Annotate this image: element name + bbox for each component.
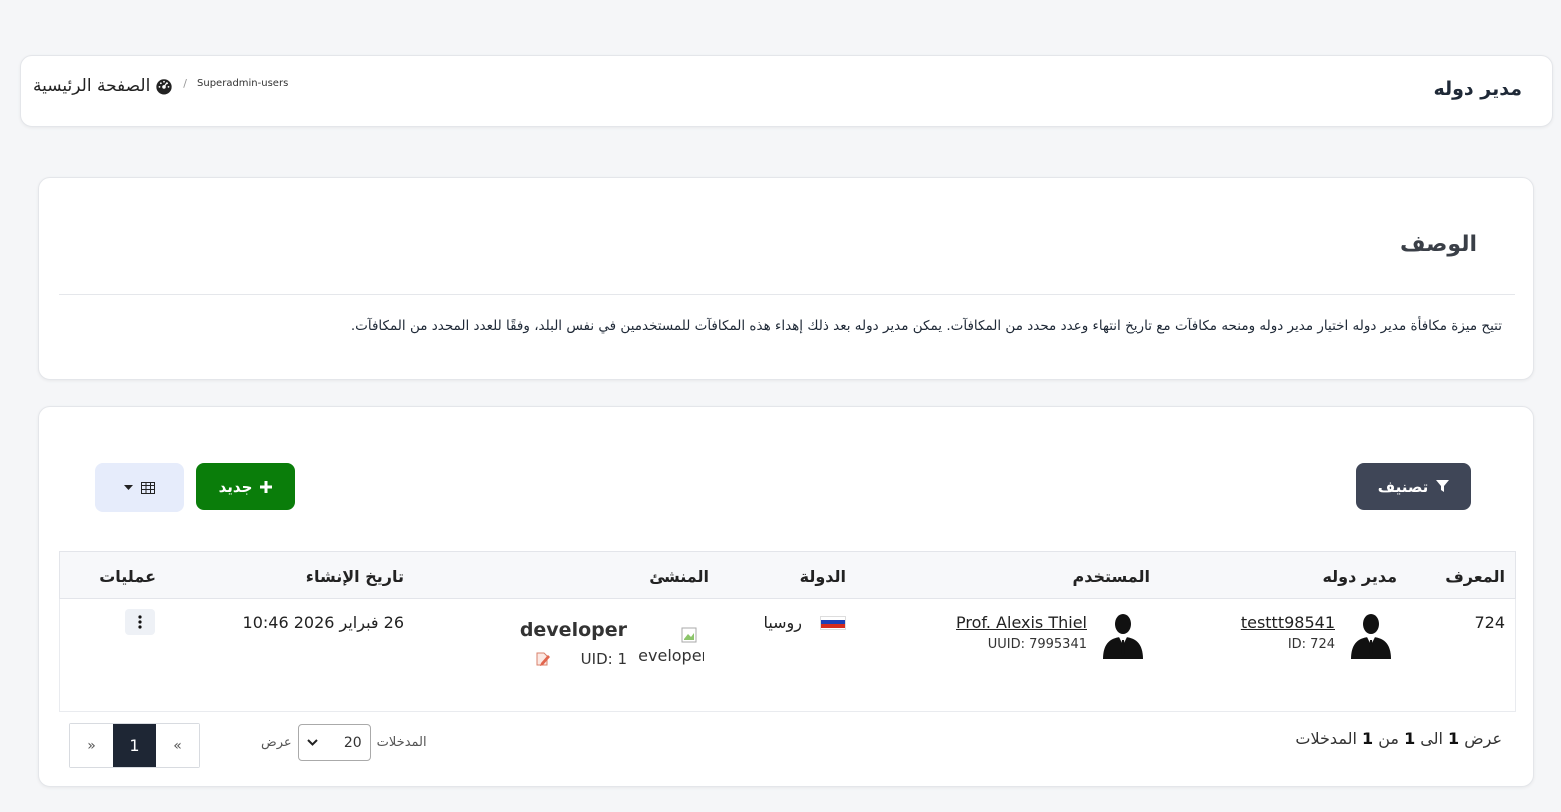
page-length-control: عرض 20 المدخلات xyxy=(261,724,427,761)
breadcrumb: الصفحة الرئيسية / Superadmin-users xyxy=(33,76,288,96)
filter-icon xyxy=(1436,480,1450,492)
data-table: المعرف مدير دوله المستخدم الدولة المنشئ … xyxy=(59,551,1516,712)
creator-cell: developer UID: 1 xyxy=(520,619,627,668)
header-actions: عمليات xyxy=(99,567,156,586)
length-label-before: عرض xyxy=(261,735,292,750)
manager-link[interactable]: testtt98541 xyxy=(1241,613,1335,632)
pagination-info: عرض 1 الى 1 من 1 المدخلات xyxy=(1295,729,1502,748)
description-text: تتيح ميزة مكافأة مدير دوله اختيار مدير د… xyxy=(350,318,1502,334)
table-icon xyxy=(141,481,155,494)
dashboard-icon xyxy=(156,79,172,95)
manager-id: ID: 724 xyxy=(1287,637,1335,652)
breadcrumb-home-link[interactable]: الصفحة الرئيسية xyxy=(33,76,173,96)
pagination-next[interactable]: » xyxy=(70,724,113,767)
header-user[interactable]: المستخدم xyxy=(1072,567,1150,586)
russia-flag-icon xyxy=(820,615,846,630)
description-divider xyxy=(59,294,1515,295)
more-vertical-icon xyxy=(138,615,142,629)
header-manager[interactable]: مدير دوله xyxy=(1322,567,1397,586)
header-id[interactable]: المعرف xyxy=(1445,567,1505,586)
user-avatar xyxy=(1103,614,1143,659)
length-label-after: المدخلات xyxy=(376,735,427,750)
columns-toggle-button[interactable] xyxy=(95,463,184,512)
creator-uid: UID: 1 xyxy=(580,650,627,668)
edit-doc-icon[interactable] xyxy=(535,651,551,667)
user-cell: Prof. Alexis Thiel UUID: 7995341 xyxy=(956,613,1087,652)
manager-cell: testtt98541 ID: 724 xyxy=(1241,613,1335,652)
country-name: روسيا xyxy=(763,613,802,632)
manager-avatar xyxy=(1351,614,1391,659)
broken-image-icon xyxy=(681,627,697,643)
user-link[interactable]: Prof. Alexis Thiel xyxy=(956,613,1087,632)
table-card: تصنيف جديد المعرف مدير دوله المستخدم الد… xyxy=(38,406,1534,787)
page-length-value: 20 xyxy=(343,734,362,751)
plus-icon xyxy=(260,480,273,493)
filter-button[interactable]: تصنيف xyxy=(1356,463,1471,510)
description-title: الوصف xyxy=(1399,232,1477,257)
new-button-label: جديد xyxy=(218,477,253,496)
creator-name: developer xyxy=(519,619,627,641)
header-creator[interactable]: المنشئ xyxy=(649,567,709,586)
creator-avatar-alt: developer xyxy=(638,646,704,665)
created-at: 26 فبراير 2026 10:46 xyxy=(242,613,404,632)
pagination: » 1 « xyxy=(69,723,200,768)
chevron-down-icon xyxy=(306,739,318,746)
page-title: مدير دوله xyxy=(1433,78,1522,100)
creator-avatar-broken-image: developer xyxy=(638,624,704,674)
creator-uid-row: UID: 1 xyxy=(520,650,627,668)
country-cell: روسيا xyxy=(763,613,846,632)
header-country[interactable]: الدولة xyxy=(800,567,846,586)
pagination-prev[interactable]: « xyxy=(156,724,199,767)
description-card: الوصف تتيح ميزة مكافأة مدير دوله اختيار … xyxy=(38,177,1534,380)
table-header: المعرف مدير دوله المستخدم الدولة المنشئ … xyxy=(59,551,1516,599)
breadcrumb-current: Superadmin-users xyxy=(197,78,289,89)
breadcrumb-separator: / xyxy=(183,77,188,90)
new-button[interactable]: جديد xyxy=(196,463,295,510)
row-actions-button[interactable] xyxy=(125,609,155,635)
caret-down-icon xyxy=(124,485,133,490)
cell-id: 724 xyxy=(1474,613,1505,632)
filter-button-label: تصنيف xyxy=(1377,477,1429,496)
user-uuid: UUID: 7995341 xyxy=(987,637,1087,652)
page-length-select[interactable]: 20 xyxy=(297,724,371,761)
header-card: مدير دوله الصفحة الرئيسية / Superadmin-u… xyxy=(20,55,1553,127)
table-row: 724 testtt98541 ID: 724 Prof. Alexis Thi… xyxy=(59,599,1516,712)
header-created-at[interactable]: تاريخ الإنشاء xyxy=(306,567,404,586)
breadcrumb-home-label: الصفحة الرئيسية xyxy=(33,76,151,96)
pagination-page-1[interactable]: 1 xyxy=(113,724,156,767)
